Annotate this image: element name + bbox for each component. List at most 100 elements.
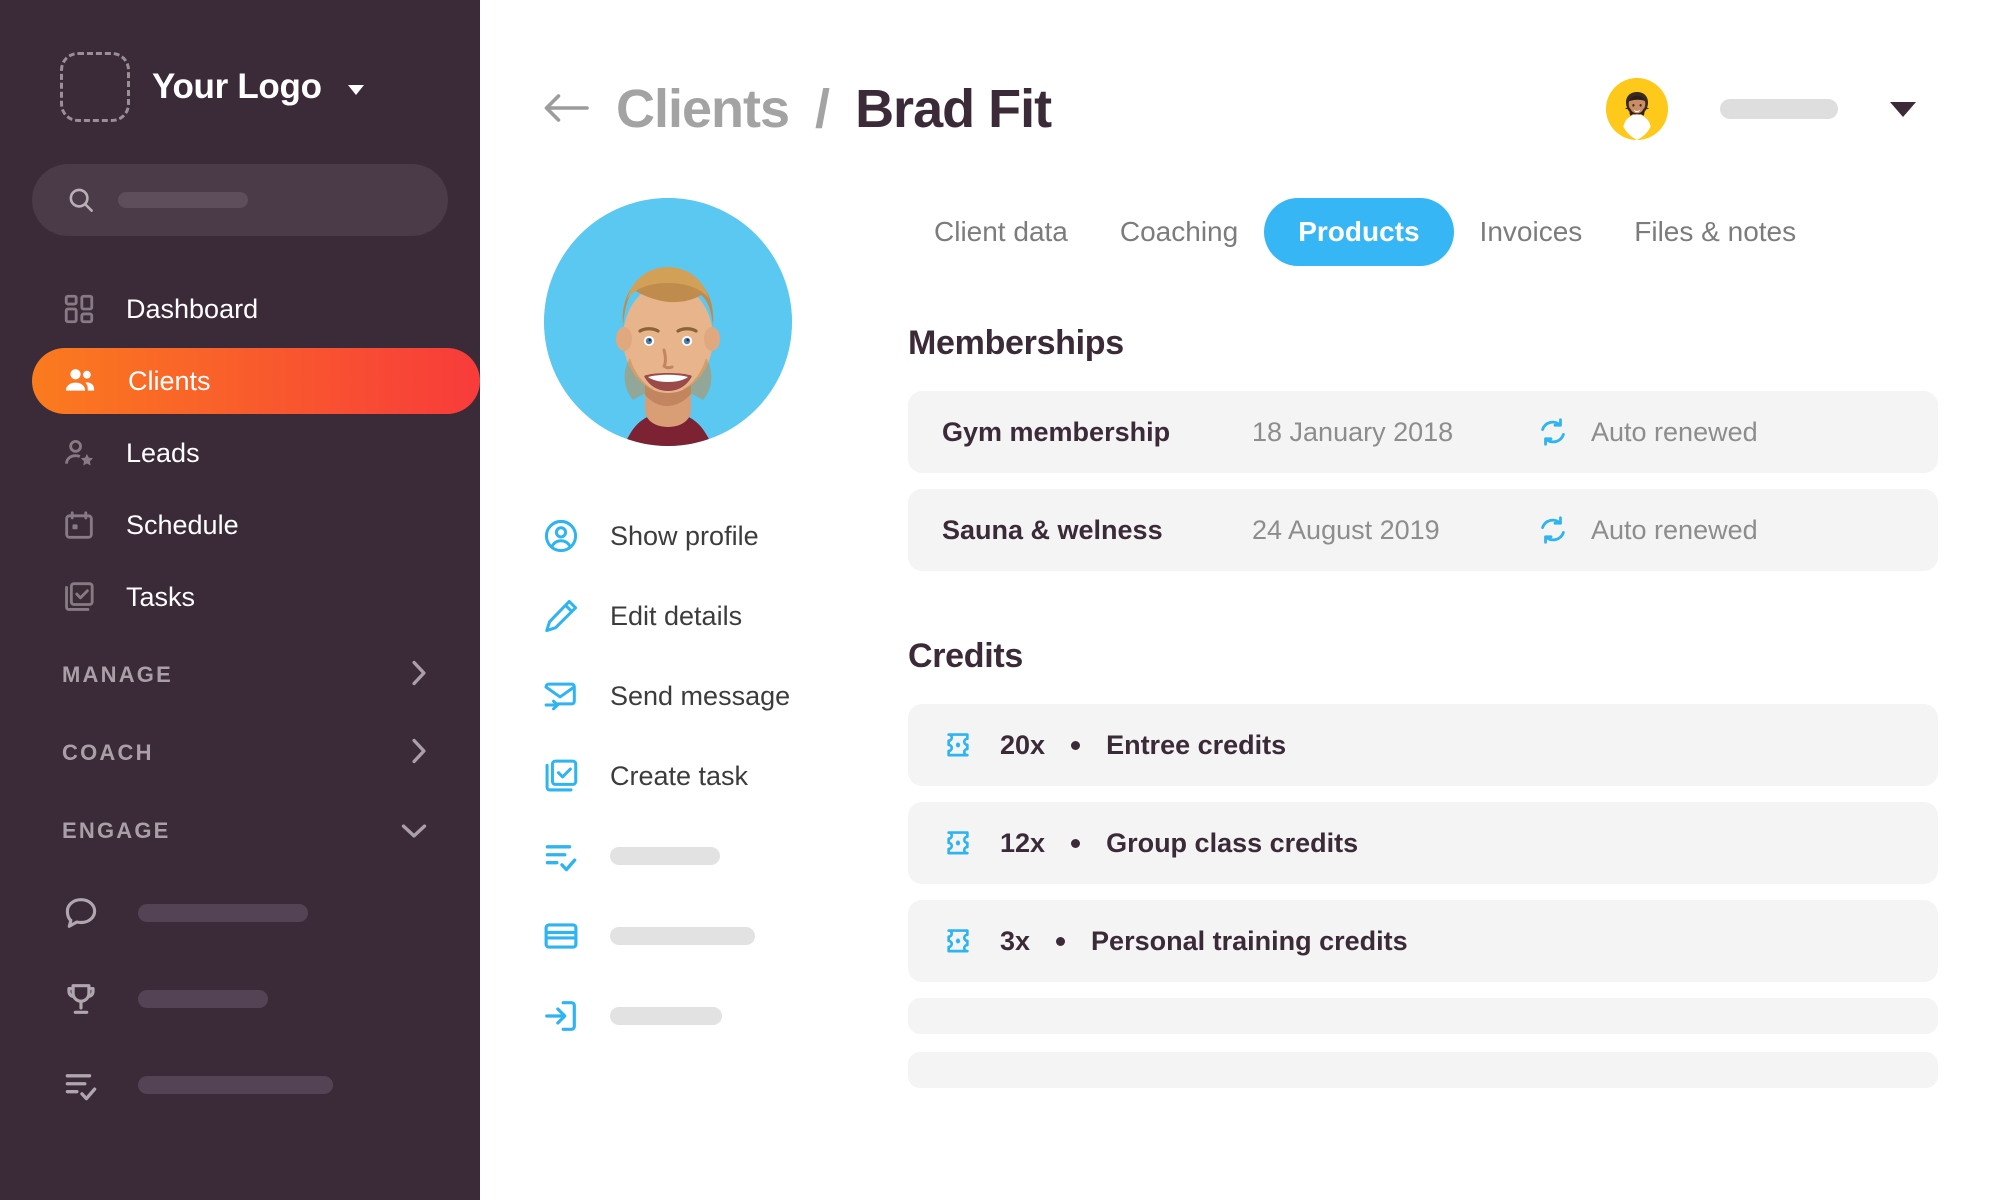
action-label-placeholder: [610, 1007, 722, 1025]
engage-item-label-placeholder: [138, 904, 308, 922]
app-root: Your Logo Dashboard Clients Leads Schedu…: [0, 0, 2000, 1200]
credit-quantity: 3x: [1000, 925, 1031, 956]
action-label-placeholder: [610, 927, 755, 945]
dashboard-grid-icon: [62, 292, 96, 326]
credit-entry: 12x Group class credits: [942, 827, 1358, 859]
ticket-icon: [942, 827, 974, 859]
action-label-placeholder: [610, 847, 720, 865]
sidebar-item-clients[interactable]: Clients: [32, 348, 480, 414]
credits-title: Credits: [908, 637, 1024, 675]
section-label: ENGAGE: [62, 818, 171, 843]
table-row[interactable]: Sauna & welness 24 August 2019 Auto rene…: [908, 489, 1938, 571]
action-placeholder-checkin[interactable]: [542, 976, 850, 1056]
chevron-right-icon: [410, 659, 428, 691]
action-edit-details[interactable]: Edit details: [542, 576, 850, 656]
action-create-task[interactable]: Create task: [542, 736, 850, 816]
page-title: Brad Fit: [855, 79, 1052, 139]
membership-name: Gym membership: [942, 416, 1171, 447]
status-badge: Auto renewed: [1537, 416, 1758, 448]
sidebar-nav: Dashboard Clients Leads Schedule Tasks: [0, 276, 480, 630]
pencil-icon: [542, 597, 580, 635]
sync-icon: [1537, 416, 1569, 448]
user-name-placeholder: [1720, 99, 1838, 119]
sidebar-engage-item-trophy[interactable]: [0, 956, 480, 1042]
sidebar-engage-item-checklist[interactable]: [0, 1042, 480, 1128]
avatar: [1606, 78, 1668, 140]
chat-bubble-icon: [62, 894, 100, 932]
credit-name: Group class credits: [1106, 827, 1359, 858]
sidebar: Your Logo Dashboard Clients Leads Schedu…: [0, 0, 480, 1200]
breadcrumb-parent[interactable]: Clients: [616, 78, 790, 140]
action-send-message[interactable]: Send message: [542, 656, 850, 736]
top-bar: Clients / Brad Fit: [480, 0, 2000, 140]
table-row[interactable]: 12x Group class credits: [908, 802, 1938, 884]
sidebar-section-coach[interactable]: COACH: [0, 714, 480, 792]
logo-text: Your Logo: [152, 67, 322, 106]
sync-icon: [1537, 514, 1569, 546]
table-row-placeholder: [908, 1052, 1938, 1088]
chevron-down-icon[interactable]: [1890, 101, 1916, 117]
logo-button[interactable]: Your Logo: [0, 0, 480, 122]
breadcrumb: Clients / Brad Fit: [542, 78, 1052, 140]
search-icon: [66, 185, 96, 215]
credit-entry: 3x Personal training credits: [942, 925, 1408, 957]
sidebar-item-schedule[interactable]: Schedule: [32, 492, 448, 558]
action-label: Edit details: [610, 600, 743, 631]
main-content: Clients / Brad Fit Show profile Edit det…: [480, 0, 2000, 1200]
membership-date: 18 January 2018: [1252, 416, 1454, 447]
credit-quantity: 20x: [1000, 729, 1046, 760]
tab-bar: Client data Coaching Products Invoices F…: [908, 198, 1938, 266]
tab-client-data[interactable]: Client data: [908, 200, 1094, 264]
tab-products[interactable]: Products: [1264, 198, 1454, 266]
person-star-icon: [62, 436, 96, 470]
credit-card-icon: [542, 917, 580, 955]
status-text: Auto renewed: [1591, 416, 1758, 447]
sidebar-section-manage[interactable]: MANAGE: [0, 636, 480, 714]
table-row[interactable]: Gym membership 18 January 2018 Auto rene…: [908, 391, 1938, 473]
sidebar-engage-item-chat[interactable]: [0, 870, 480, 956]
ticket-icon: [942, 925, 974, 957]
sidebar-item-dashboard[interactable]: Dashboard: [32, 276, 448, 342]
sidebar-item-tasks[interactable]: Tasks: [32, 564, 448, 630]
tab-files-notes[interactable]: Files & notes: [1608, 200, 1822, 264]
engage-item-label-placeholder: [138, 990, 268, 1008]
action-placeholder-payment[interactable]: [542, 896, 850, 976]
people-icon: [62, 363, 98, 399]
credit-entry: 20x Entree credits: [942, 729, 1286, 761]
action-label: Send message: [610, 680, 791, 711]
action-show-profile[interactable]: Show profile: [542, 496, 850, 576]
table-row[interactable]: 3x Personal training credits: [908, 900, 1938, 982]
client-photo: [544, 198, 792, 446]
search-input[interactable]: [32, 164, 448, 236]
task-check-icon: [542, 757, 580, 795]
tab-invoices[interactable]: Invoices: [1454, 200, 1609, 264]
credit-name: Personal training credits: [1091, 925, 1408, 956]
user-menu[interactable]: [1606, 78, 1940, 140]
checklist-icon: [62, 1066, 100, 1104]
sidebar-item-label: Dashboard: [126, 293, 259, 324]
products-panel: Client data Coaching Products Invoices F…: [850, 198, 2000, 1106]
action-placeholder-checklist[interactable]: [542, 816, 850, 896]
separator-dot-icon: [1056, 936, 1066, 946]
back-arrow-icon[interactable]: [542, 87, 590, 131]
trophy-icon: [62, 980, 100, 1018]
chevron-down-icon[interactable]: [347, 85, 364, 95]
user-circle-icon: [542, 517, 580, 555]
action-label: Create task: [610, 760, 749, 791]
task-check-icon: [62, 580, 96, 614]
checklist-icon: [542, 837, 580, 875]
sidebar-item-label: Leads: [126, 437, 200, 468]
table-row[interactable]: 20x Entree credits: [908, 704, 1938, 786]
credit-quantity: 12x: [1000, 827, 1046, 858]
envelope-send-icon: [542, 677, 580, 715]
tab-coaching[interactable]: Coaching: [1094, 200, 1264, 264]
membership-name: Sauna & welness: [942, 514, 1163, 545]
logo-placeholder-icon: [60, 52, 130, 122]
sidebar-item-label: Tasks: [126, 581, 196, 612]
engage-item-label-placeholder: [138, 1076, 333, 1094]
memberships-title: Memberships: [908, 324, 1124, 362]
breadcrumb-separator: /: [815, 79, 830, 139]
chevron-right-icon: [410, 737, 428, 769]
sidebar-item-leads[interactable]: Leads: [32, 420, 448, 486]
sidebar-section-engage[interactable]: ENGAGE: [0, 792, 480, 870]
